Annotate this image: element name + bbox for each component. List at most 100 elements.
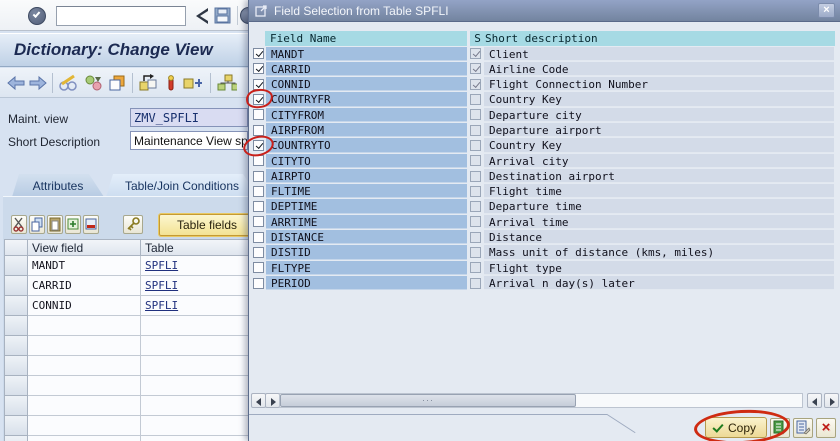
- row-selector[interactable]: [4, 336, 28, 356]
- field-checkbox[interactable]: [253, 262, 264, 274]
- table-cell[interactable]: [141, 416, 250, 436]
- view-field-cell[interactable]: [28, 416, 141, 436]
- view-field-cell[interactable]: [28, 356, 141, 376]
- scroll-right-icon[interactable]: [265, 393, 280, 408]
- display-change-icon[interactable]: [58, 74, 78, 92]
- view-field-cell[interactable]: [28, 436, 141, 441]
- tab-table-join-conditions[interactable]: Table/Join Conditions: [106, 174, 258, 197]
- field-name-cell[interactable]: DISTID: [266, 245, 467, 260]
- field-name-cell[interactable]: DISTANCE: [266, 230, 467, 245]
- scrollbar-thumb[interactable]: ···: [280, 394, 576, 407]
- table-cell[interactable]: [141, 396, 250, 416]
- field-name-cell[interactable]: CONNID: [266, 77, 467, 92]
- field-name-cell[interactable]: CITYFROM: [266, 107, 467, 122]
- view-field-cell[interactable]: [28, 396, 141, 416]
- delete-row-icon[interactable]: [83, 215, 99, 234]
- scroll-right-icon-right[interactable]: [824, 393, 839, 408]
- cut-icon[interactable]: [11, 215, 27, 234]
- field-name-cell[interactable]: AIRPFROM: [266, 122, 467, 138]
- field-checkbox[interactable]: [253, 63, 264, 75]
- row-selector[interactable]: [4, 356, 28, 376]
- field-name-cell[interactable]: COUNTRYFR: [266, 92, 467, 107]
- field-checkbox[interactable]: [253, 170, 264, 182]
- column-header-short-description[interactable]: S Short description: [470, 31, 835, 46]
- row-selector[interactable]: [4, 276, 28, 296]
- move-icon[interactable]: [182, 74, 202, 92]
- field-checkbox[interactable]: [253, 277, 264, 289]
- field-checkbox[interactable]: [253, 216, 264, 228]
- view-field-cell[interactable]: [28, 336, 141, 356]
- table-cell[interactable]: [141, 376, 250, 396]
- field-name-cell[interactable]: MANDT: [266, 46, 467, 61]
- row-selector[interactable]: [4, 436, 28, 441]
- field-name-cell[interactable]: PERIOD: [266, 275, 467, 291]
- field-name-cell[interactable]: ARRTIME: [266, 214, 467, 230]
- enter-icon[interactable]: [28, 7, 46, 25]
- field-checkbox[interactable]: [253, 94, 264, 106]
- row-selector[interactable]: [4, 316, 28, 336]
- table-cell[interactable]: [141, 316, 250, 336]
- view-field-cell[interactable]: [28, 316, 141, 336]
- dialog-titlebar[interactable]: Field Selection from Table SPFLI ×: [249, 0, 840, 22]
- marker-icon[interactable]: [164, 74, 184, 92]
- field-checkbox[interactable]: [253, 231, 264, 243]
- field-name-cell[interactable]: AIRPTO: [266, 168, 467, 184]
- table-fields-button[interactable]: Table fields: [158, 213, 256, 237]
- maint-view-field[interactable]: ZMV_SPFLI: [130, 108, 248, 127]
- field-checkbox[interactable]: [253, 139, 264, 151]
- view-field-cell[interactable]: CARRID: [28, 276, 141, 296]
- select-all-button[interactable]: [770, 417, 790, 438]
- deselect-all-button[interactable]: [793, 417, 813, 438]
- row-selector[interactable]: [4, 416, 28, 436]
- field-name-cell[interactable]: CARRID: [266, 61, 467, 77]
- forward-arrow-icon[interactable]: [28, 74, 48, 92]
- adopt-icon[interactable]: [138, 74, 158, 92]
- field-checkbox[interactable]: [253, 124, 264, 136]
- scroll-left-icon[interactable]: [251, 393, 266, 408]
- field-name-cell[interactable]: FLTYPE: [266, 260, 467, 275]
- table-link[interactable]: SPFLI: [145, 259, 178, 272]
- paste-icon[interactable]: [47, 215, 63, 234]
- table-link[interactable]: SPFLI: [145, 279, 178, 292]
- key-icon[interactable]: [123, 215, 143, 234]
- cancel-button[interactable]: ×: [816, 417, 836, 438]
- field-name-cell[interactable]: COUNTRYTO: [266, 138, 467, 153]
- copy-rows-icon[interactable]: [29, 215, 45, 234]
- row-selector[interactable]: [4, 376, 28, 396]
- copy-button[interactable]: Copy: [693, 407, 791, 441]
- field-name-cell[interactable]: DEPTIME: [266, 199, 467, 214]
- field-checkbox[interactable]: [253, 48, 264, 60]
- table-cell[interactable]: [141, 436, 250, 441]
- back-arrow-icon[interactable]: [6, 74, 26, 92]
- view-field-cell[interactable]: [28, 376, 141, 396]
- table-link[interactable]: SPFLI: [145, 299, 178, 312]
- save-icon[interactable]: [214, 7, 232, 25]
- field-checkbox[interactable]: [253, 155, 264, 167]
- short-description-field[interactable]: Maintenance View sp: [130, 131, 248, 150]
- scroll-left-icon-right[interactable]: [807, 393, 822, 408]
- insert-row-icon[interactable]: [65, 215, 81, 234]
- hierarchy-icon[interactable]: [217, 74, 237, 92]
- table-cell[interactable]: [141, 356, 250, 376]
- field-name-cell[interactable]: FLTIME: [266, 184, 467, 199]
- command-input[interactable]: [56, 6, 186, 26]
- view-field-cell[interactable]: MANDT: [28, 256, 141, 276]
- field-checkbox[interactable]: [253, 247, 264, 258]
- field-checkbox[interactable]: [253, 109, 264, 121]
- copy-icon[interactable]: [108, 74, 128, 92]
- row-selector[interactable]: [4, 256, 28, 276]
- tab-attributes[interactable]: Attributes: [12, 174, 104, 197]
- refresh-icon[interactable]: [84, 74, 104, 92]
- row-selector[interactable]: [4, 396, 28, 416]
- field-checkbox[interactable]: [253, 201, 264, 213]
- grid-select-all-header[interactable]: [4, 239, 28, 256]
- row-selector[interactable]: [4, 296, 28, 316]
- column-header-field-name[interactable]: Field Name: [265, 31, 467, 46]
- table-cell[interactable]: [141, 336, 250, 356]
- close-icon[interactable]: ×: [818, 3, 835, 18]
- field-checkbox[interactable]: [253, 78, 264, 90]
- field-name-cell[interactable]: CITYTO: [266, 153, 467, 168]
- field-checkbox[interactable]: [253, 185, 264, 197]
- view-field-cell[interactable]: CONNID: [28, 296, 141, 316]
- scrollbar-track[interactable]: ···: [279, 393, 803, 408]
